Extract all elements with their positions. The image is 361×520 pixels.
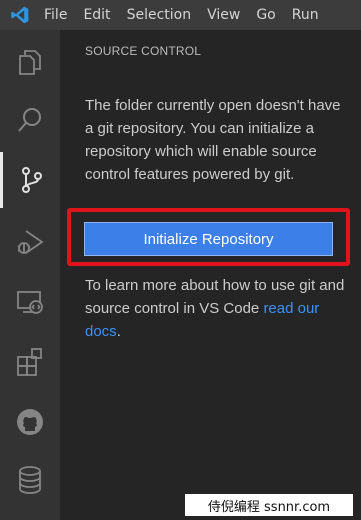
source-control-icon[interactable] xyxy=(0,152,60,208)
learn-more-text: To learn more about how to use git and s… xyxy=(85,274,350,343)
menu-edit[interactable]: Edit xyxy=(75,0,118,30)
watermark: 侍倪编程 ssnnr.com xyxy=(185,494,353,516)
no-repository-message: The folder currently open doesn't have a… xyxy=(85,97,341,183)
menu-go[interactable]: Go xyxy=(248,0,283,30)
github-icon[interactable] xyxy=(0,394,60,450)
menu-file[interactable]: File xyxy=(36,0,75,30)
initialize-repository-button[interactable]: Initialize Repository xyxy=(84,222,333,256)
link-suffix: . xyxy=(116,323,121,340)
panel-title: SOURCE CONTROL xyxy=(85,44,202,58)
title-bar: File Edit Selection View Go Run xyxy=(0,0,361,30)
menu-selection[interactable]: Selection xyxy=(119,0,200,30)
menu-view[interactable]: View xyxy=(199,0,248,30)
activity-bar xyxy=(0,30,60,520)
vscode-logo-icon xyxy=(4,0,36,30)
database-icon[interactable] xyxy=(0,452,60,508)
explorer-icon[interactable] xyxy=(0,34,60,90)
search-icon[interactable] xyxy=(0,92,60,148)
run-debug-icon[interactable] xyxy=(0,214,60,270)
extensions-icon[interactable] xyxy=(0,334,60,390)
menu-run[interactable]: Run xyxy=(284,0,327,30)
remote-explorer-icon[interactable] xyxy=(0,274,60,330)
